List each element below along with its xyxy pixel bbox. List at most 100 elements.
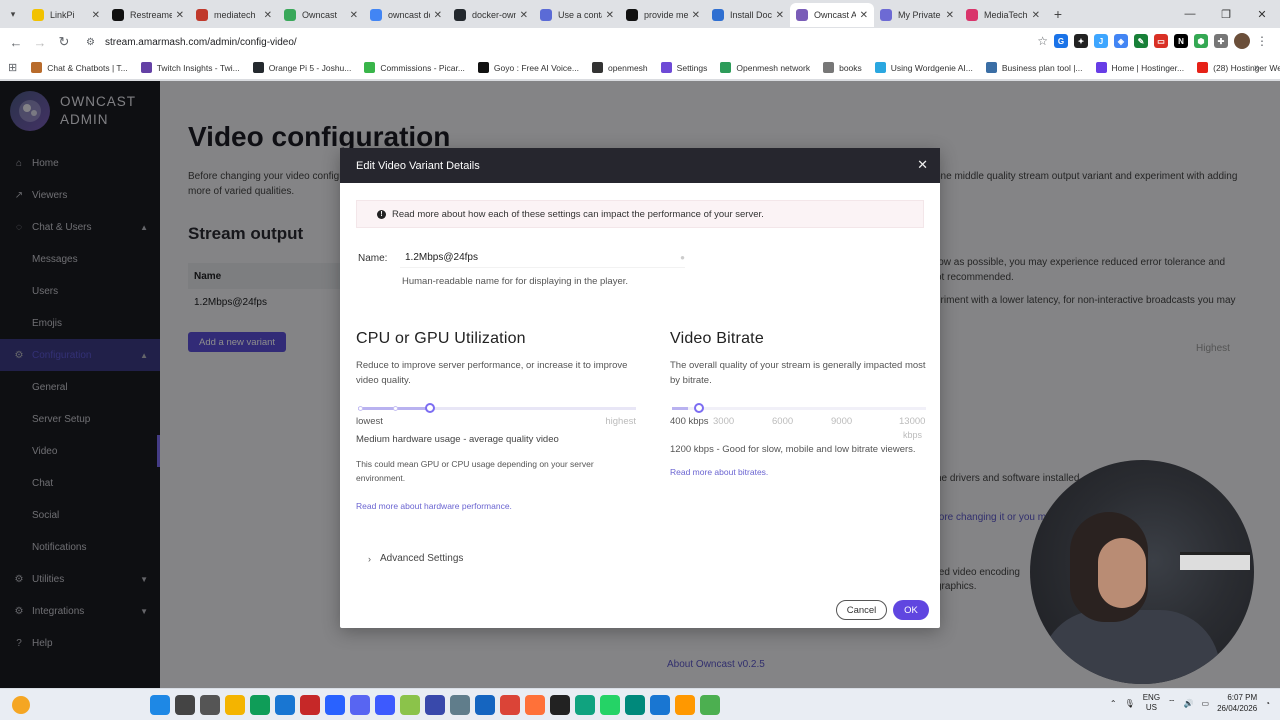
cpu-slider-mark[interactable] (358, 406, 363, 411)
chrome-icon[interactable] (500, 695, 520, 715)
restore-icon[interactable]: ❐ (1208, 8, 1244, 21)
bookmark-item[interactable]: openmesh (591, 62, 648, 73)
info-text[interactable]: Read more about how each of these settin… (392, 209, 764, 220)
ok-button[interactable]: OK (893, 600, 929, 620)
bookmark-item[interactable]: Using Wordgenie AI... (874, 62, 973, 73)
app-icon[interactable] (375, 695, 395, 715)
browser-tab[interactable]: provide me ✕ (620, 3, 706, 27)
extension-icon[interactable]: G (1054, 34, 1068, 48)
bookmark-item[interactable]: Settings (660, 62, 707, 73)
app-icon[interactable] (650, 695, 670, 715)
bookmark-item[interactable]: Goyo : Free AI Voice... (477, 62, 579, 73)
name-field[interactable]: 1.2Mbps@24fps ● (400, 248, 685, 268)
bookmark-item[interactable]: Twitch Insights - Twi... (140, 62, 240, 73)
bookmark-item[interactable]: Openmesh network (720, 62, 810, 73)
browser-tab[interactable]: Use a conta ✕ (534, 3, 620, 27)
extension-icon[interactable]: ◈ (1114, 34, 1128, 48)
browser-tab[interactable]: My Private ✕ (874, 3, 960, 27)
tab-close-icon[interactable]: ✕ (434, 10, 442, 21)
more-bookmarks-icon[interactable]: » (1254, 62, 1260, 74)
bitrate-slider[interactable] (670, 400, 928, 416)
tab-close-icon[interactable]: ✕ (776, 10, 784, 21)
app-icon[interactable] (675, 695, 695, 715)
edge-icon[interactable] (250, 695, 270, 715)
tray-overflow-icon[interactable]: ⌃ (1110, 699, 1117, 708)
minimize-icon[interactable]: — (1172, 8, 1208, 20)
tab-close-icon[interactable]: ✕ (350, 10, 358, 21)
bitrates-link[interactable]: Read more about bitrates. (670, 467, 932, 477)
notion-icon[interactable]: N (1174, 34, 1188, 48)
browser-tab[interactable]: owncast do ✕ (364, 3, 448, 27)
vpn-icon[interactable] (475, 695, 495, 715)
app-icon[interactable] (425, 695, 445, 715)
bookmark-item[interactable]: Business plan tool |... (985, 62, 1083, 73)
extension-icon[interactable]: ⬢ (1194, 34, 1208, 48)
browser-tab[interactable]: Install Dock ✕ (706, 3, 790, 27)
browser-tab[interactable]: LinkPi ✕ (26, 3, 106, 27)
microphone-icon[interactable]: 🎙 (1125, 699, 1135, 708)
bookmark-star-icon[interactable]: ☆ (1037, 34, 1048, 48)
cpu-slider-handle[interactable] (424, 403, 435, 413)
browser-tab[interactable]: Restreamer ✕ (106, 3, 190, 27)
battery-icon[interactable]: ▭ (1202, 699, 1210, 708)
browser-tab[interactable]: mediatech ✕ (190, 3, 278, 27)
new-tab-button[interactable]: + (1046, 6, 1070, 22)
tab-close-icon[interactable]: ✕ (606, 10, 614, 21)
cancel-button[interactable]: Cancel (836, 600, 887, 620)
apps-grid-icon[interactable]: ⊞ (8, 61, 17, 74)
url-bar[interactable]: ⚙ stream.amarmash.com/admin/config-video… (78, 31, 988, 53)
tab-close-icon[interactable]: ✕ (860, 10, 868, 21)
browser-tab[interactable]: Owncast ✕ (278, 3, 364, 27)
obs-icon[interactable] (550, 695, 570, 715)
browser-menu-icon[interactable]: ⋮ (1256, 34, 1268, 48)
start-icon[interactable] (150, 695, 170, 715)
bookmark-item[interactable]: Commissions - Picar... (364, 62, 465, 73)
app-icon[interactable] (625, 695, 645, 715)
messenger-icon[interactable] (325, 695, 345, 715)
task-view-icon[interactable] (200, 695, 220, 715)
clock[interactable]: 6:07 PM 26/04/2026 (1217, 692, 1257, 714)
advanced-settings-toggle[interactable]: › Advanced Settings (368, 553, 463, 564)
app-icon[interactable] (450, 695, 470, 715)
file-explorer-icon[interactable] (225, 695, 245, 715)
cpu-slider-mark[interactable] (392, 406, 398, 411)
profile-avatar[interactable] (1234, 33, 1250, 49)
wifi-icon[interactable]: ⌔ (1168, 698, 1176, 708)
hardware-performance-link[interactable]: Read more about hardware performance. (356, 501, 641, 511)
extension-icon[interactable]: ▭ (1154, 34, 1168, 48)
tab-close-icon[interactable]: ✕ (520, 10, 528, 21)
extension-icon[interactable]: ✎ (1134, 34, 1148, 48)
tab-close-icon[interactable]: ✕ (92, 10, 100, 21)
chatgpt-icon[interactable] (575, 695, 595, 715)
bookmark-item[interactable]: Orange Pi 5 - Joshu... (252, 62, 351, 73)
tab-close-icon[interactable]: ✕ (1032, 10, 1040, 21)
tab-close-icon[interactable]: ✕ (176, 10, 184, 21)
extension-icon[interactable]: ✦ (1074, 34, 1088, 48)
bookmark-item[interactable]: Chat & Chatbots | T... (31, 62, 128, 73)
widgets-icon[interactable] (12, 696, 30, 714)
firefox-icon[interactable] (525, 695, 545, 715)
tab-close-icon[interactable]: ✕ (946, 10, 954, 21)
browser-tab[interactable]: MediaTech ✕ (960, 3, 1046, 27)
forward-icon[interactable]: → (28, 35, 52, 50)
tab-search-icon[interactable]: ▾ (0, 0, 26, 28)
whatsapp-icon[interactable] (600, 695, 620, 715)
volume-icon[interactable]: 🔊 (1184, 699, 1194, 708)
tab-close-icon[interactable]: ✕ (692, 10, 700, 21)
back-icon[interactable]: ← (4, 35, 28, 50)
bookmark-item[interactable]: (28) Hostinger Web... (1197, 62, 1280, 73)
browser-tab[interactable]: Owncast A ✕ (790, 3, 874, 27)
store-icon[interactable] (275, 695, 295, 715)
clear-input-icon[interactable]: ● (680, 253, 685, 262)
cpu-slider[interactable] (356, 400, 638, 416)
filezilla-icon[interactable] (300, 695, 320, 715)
language-indicator[interactable]: ENG US (1143, 693, 1160, 713)
browser-tab[interactable]: docker-own ✕ (448, 3, 534, 27)
close-window-icon[interactable]: ✕ (1244, 8, 1280, 21)
site-info-icon[interactable]: ⚙ (86, 37, 95, 48)
extensions-puzzle-icon[interactable]: ✚ (1214, 34, 1228, 48)
bitrate-slider-handle[interactable] (694, 403, 705, 413)
app-icon[interactable] (700, 695, 720, 715)
bookmark-item[interactable]: books (823, 62, 862, 73)
bookmark-item[interactable]: Home | Hostinger... (1095, 62, 1184, 73)
